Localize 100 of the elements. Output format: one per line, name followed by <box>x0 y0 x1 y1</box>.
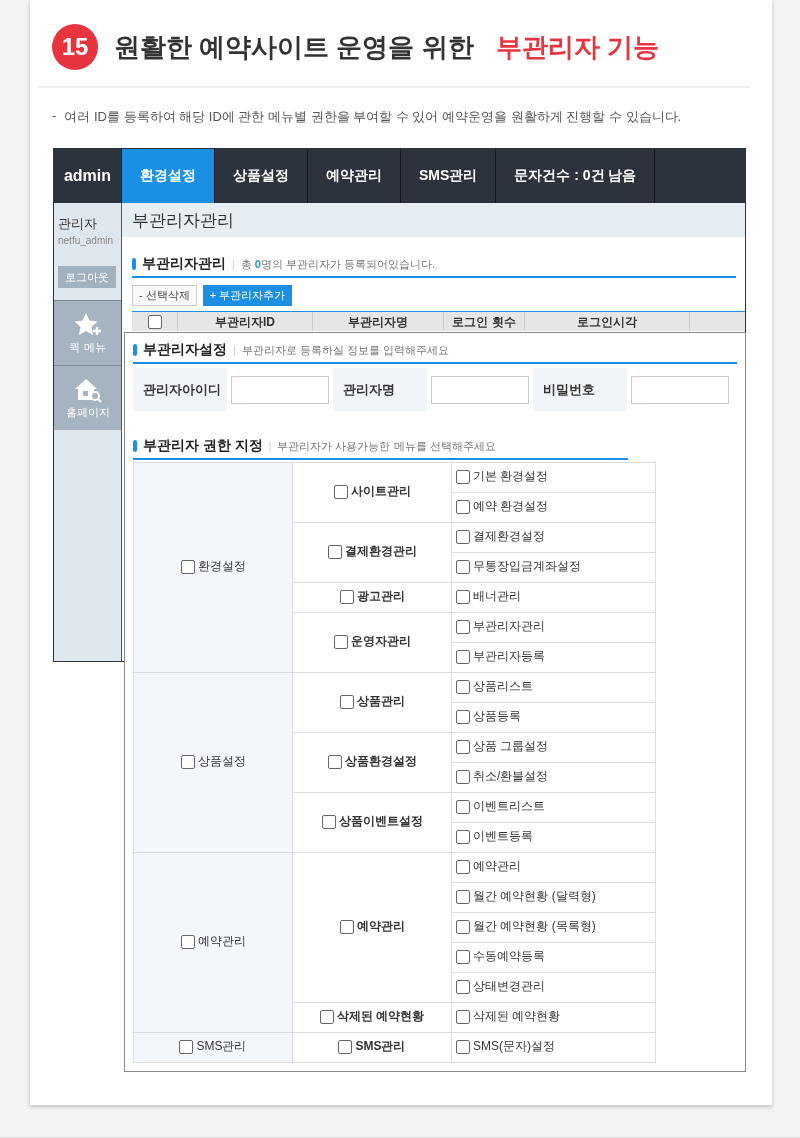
permission-label: 상품 그룹설정 <box>473 738 549 756</box>
permission-label: 삭제된 예약현황 <box>336 1008 425 1026</box>
permission-label: 결제환경설정 <box>473 528 545 546</box>
section-note: 부관리자로 등록하실 정보를 입력해주세요 <box>241 342 449 358</box>
checkbox[interactable] <box>333 484 348 499</box>
username: netfu_admin <box>58 235 115 246</box>
permission-label: 월간 예약현황 (목록형) <box>473 918 596 936</box>
permission-label: 상품환경설정 <box>344 753 417 771</box>
permission-label: 상태변경관리 <box>473 978 545 996</box>
permission-label: 기본 환경설정 <box>473 468 549 486</box>
checkbox[interactable] <box>147 314 162 329</box>
bullet-icon <box>133 440 137 452</box>
checkbox[interactable] <box>456 469 470 484</box>
permission-label: 무통장입금계좌설정 <box>473 558 581 576</box>
column-header: 부관리자ID <box>215 314 275 329</box>
checkbox[interactable] <box>456 649 470 664</box>
permission-label: 예약관리 <box>356 918 405 936</box>
checkbox[interactable] <box>456 919 470 934</box>
section-note: 부관리자가 사용가능한 메뉴를 선택해주세요 <box>277 438 496 454</box>
permission-label: SMS관리 <box>355 1038 406 1056</box>
checkbox[interactable] <box>327 544 342 559</box>
permission-label: 광고관리 <box>356 588 405 606</box>
checkbox[interactable] <box>327 754 342 769</box>
checkbox[interactable] <box>456 859 470 874</box>
checkbox[interactable] <box>180 754 195 769</box>
star-plus-icon <box>72 311 103 338</box>
checkbox[interactable] <box>456 1039 470 1054</box>
permission-label: 예약 환경설정 <box>473 498 549 516</box>
checkbox[interactable] <box>338 1039 353 1054</box>
checkbox[interactable] <box>456 799 470 814</box>
checkbox[interactable] <box>333 634 348 649</box>
input-field[interactable] <box>631 375 729 404</box>
checkbox[interactable] <box>339 694 354 709</box>
bullet-dash: - <box>52 108 57 125</box>
checkbox[interactable] <box>456 679 470 694</box>
permission-label: 수동예약등록 <box>473 948 545 966</box>
permission-label: 상품관리 <box>356 693 405 711</box>
checkbox[interactable] <box>456 529 470 544</box>
checkbox[interactable] <box>339 589 354 604</box>
checkbox[interactable] <box>456 769 470 784</box>
checkbox[interactable] <box>456 709 470 724</box>
section-note: 총 0명의 부관리자가 등록되어있습니다. <box>240 256 435 272</box>
permission-label: 상품리스트 <box>473 678 533 696</box>
bullet-icon <box>132 258 136 270</box>
permission-label: 상품이벤트설정 <box>338 813 423 831</box>
checkbox[interactable] <box>456 829 470 844</box>
checkbox[interactable] <box>456 949 470 964</box>
input-field[interactable] <box>231 375 329 404</box>
permission-label: 예약관리 <box>473 858 521 876</box>
field-label: 비밀번호 <box>533 368 627 411</box>
field-label: 관리자아이디 <box>133 368 227 411</box>
page-title: 부관리자관리 <box>122 203 745 237</box>
checkbox[interactable] <box>456 739 470 754</box>
checkbox[interactable] <box>180 559 195 574</box>
permission-label: 예약관리 <box>197 933 246 951</box>
section-title: 부관리자관리 <box>142 255 226 273</box>
permission-label: SMS관리 <box>196 1038 247 1056</box>
permission-label: 상품설정 <box>197 753 246 771</box>
permission-label: 부관리자관리 <box>473 618 545 636</box>
role-label: 관리자 <box>58 215 98 233</box>
input-field[interactable] <box>431 375 529 404</box>
permission-label: 부관리자등록 <box>473 648 545 666</box>
checkbox[interactable] <box>180 934 195 949</box>
number-badge: 15 <box>52 24 98 70</box>
checkbox[interactable] <box>179 1039 194 1054</box>
field-label: 관리자명 <box>333 368 427 411</box>
permission-label: 사이트관리 <box>350 483 411 501</box>
description-text: 여러 ID를 등록하여 해당 ID에 관한 메뉴별 권한을 부여할 수 있어 예약운영을 원활하게 진행할 수 있습니다. <box>64 108 682 126</box>
checkbox[interactable] <box>321 814 336 829</box>
checkbox[interactable] <box>339 919 354 934</box>
separator: | <box>232 258 235 270</box>
section-title: 부관리자 권한 지정 <box>143 437 263 455</box>
permission-label: 운영자관리 <box>350 633 411 651</box>
checkbox[interactable] <box>456 619 470 634</box>
checkbox[interactable] <box>456 589 470 604</box>
permission-label: 취소/환불설정 <box>473 768 549 786</box>
section-title: 부관리자설정 <box>143 341 227 359</box>
column-header: 로그인시각 <box>577 314 637 329</box>
permission-label: SMS(문자)설정 <box>473 1038 555 1056</box>
headline: 원활한 예약사이트 운영을 위한 부관리자 기능 <box>114 30 659 64</box>
permission-label: 결제환경관리 <box>344 543 417 561</box>
column-header: 로그인 횟수 <box>452 314 516 329</box>
checkbox[interactable] <box>456 499 470 514</box>
action-button[interactable]: - 선택삭제 <box>132 285 197 306</box>
permission-label: 월간 예약현황 (달력형) <box>473 888 596 906</box>
checkbox[interactable] <box>319 1009 334 1024</box>
checkbox[interactable] <box>456 889 470 904</box>
permission-label: 환경설정 <box>197 558 246 576</box>
checkbox[interactable] <box>456 1009 470 1024</box>
permission-label: 상품등록 <box>473 708 521 726</box>
permission-label: 이벤트리스트 <box>473 798 545 816</box>
bullet-icon <box>133 344 137 356</box>
permission-label: 삭제된 예약현황 <box>473 1008 561 1026</box>
permission-label: 이벤트등록 <box>473 828 533 846</box>
permission-label: 배너관리 <box>473 588 521 606</box>
separator: | <box>233 344 236 356</box>
checkbox[interactable] <box>456 559 470 574</box>
column-header: 부관리자명 <box>348 314 408 329</box>
separator: | <box>268 440 272 452</box>
checkbox[interactable] <box>456 979 470 994</box>
